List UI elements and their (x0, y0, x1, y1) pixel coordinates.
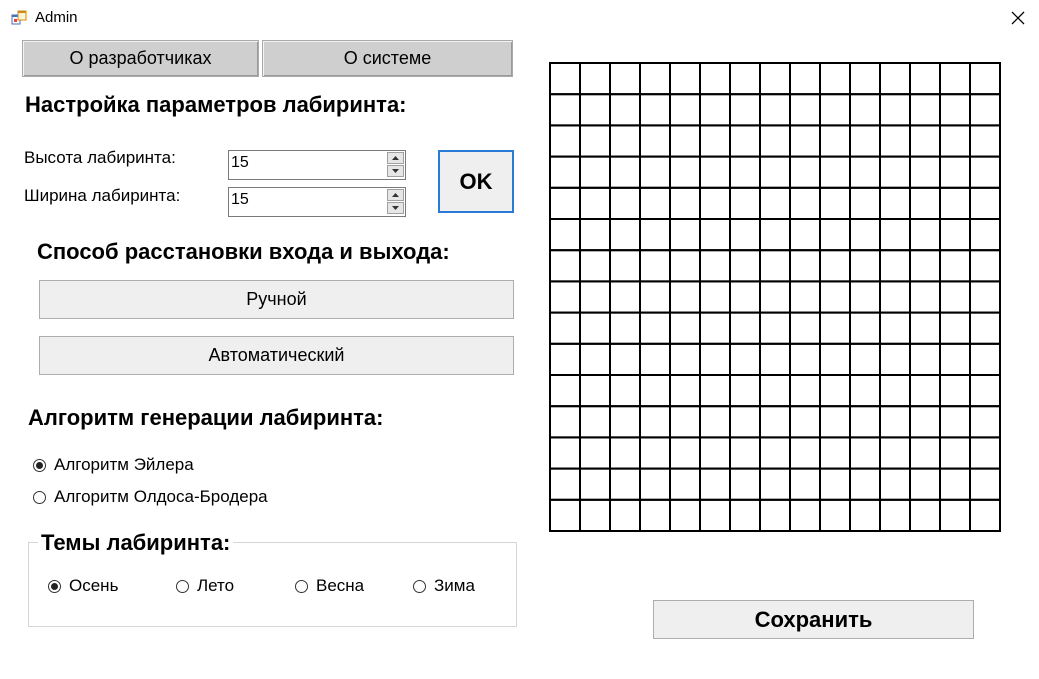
radio-button-unchecked[interactable] (295, 579, 308, 593)
close-icon (1011, 11, 1025, 25)
height-stepper[interactable] (228, 150, 406, 180)
radio-theme-summer-label: Лето (197, 576, 235, 595)
algorithm-heading: Алгоритм генерации лабиринта: (28, 405, 384, 430)
width-decrement-button[interactable] (387, 202, 404, 214)
app-window-icon (11, 10, 27, 26)
radio-euler-label: Алгоритм Эйлера (54, 455, 194, 474)
radio-button-checked[interactable] (48, 579, 61, 593)
radio-theme-autumn-label: Осень (69, 576, 119, 595)
height-label: Высота лабиринта: (24, 148, 176, 167)
about-system-button[interactable]: О системе (262, 40, 513, 77)
close-button[interactable] (1002, 4, 1034, 32)
radio-button-unchecked[interactable] (413, 579, 426, 593)
arrow-down-icon (392, 169, 399, 173)
maze-grid[interactable] (549, 62, 1001, 532)
arrow-down-icon (392, 206, 399, 210)
radio-theme-spring[interactable]: Весна (295, 576, 364, 596)
themes-heading: Темы лабиринта: (38, 530, 234, 556)
height-increment-button[interactable] (387, 152, 404, 164)
maze-background (550, 63, 1000, 531)
height-input[interactable] (231, 154, 381, 172)
radio-theme-winter[interactable]: Зима (413, 576, 475, 596)
width-label: Ширина лабиринта: (24, 186, 181, 205)
ok-button[interactable]: OK (438, 150, 514, 213)
entry-exit-heading: Способ расстановки входа и выхода: (37, 239, 450, 264)
width-stepper[interactable] (228, 187, 406, 217)
radio-button-unchecked[interactable] (176, 579, 189, 593)
arrow-up-icon (392, 156, 399, 160)
radio-theme-winter-label: Зима (434, 576, 475, 595)
radio-button-unchecked[interactable] (33, 490, 46, 504)
height-decrement-button[interactable] (387, 165, 404, 177)
radio-theme-autumn[interactable]: Осень (48, 576, 118, 596)
width-input[interactable] (231, 191, 381, 209)
radio-aldous-broder[interactable]: Алгоритм Олдоса-Бродера (33, 487, 268, 507)
radio-button-checked[interactable] (33, 458, 46, 472)
automatic-placement-button[interactable]: Автоматический (39, 336, 514, 375)
manual-placement-button[interactable]: Ручной (39, 280, 514, 319)
about-developers-button[interactable]: О разработчиках (22, 40, 259, 77)
settings-heading: Настройка параметров лабиринта: (25, 92, 407, 117)
arrow-up-icon (392, 193, 399, 197)
width-increment-button[interactable] (387, 189, 404, 201)
title-bar (0, 0, 1039, 36)
radio-theme-spring-label: Весна (316, 576, 365, 595)
radio-aldous-broder-label: Алгоритм Олдоса-Бродера (54, 487, 268, 506)
save-button[interactable]: Сохранить (653, 600, 974, 639)
radio-theme-summer[interactable]: Лето (176, 576, 234, 596)
window-title: Admin (35, 9, 78, 26)
radio-euler[interactable]: Алгоритм Эйлера (33, 455, 194, 475)
